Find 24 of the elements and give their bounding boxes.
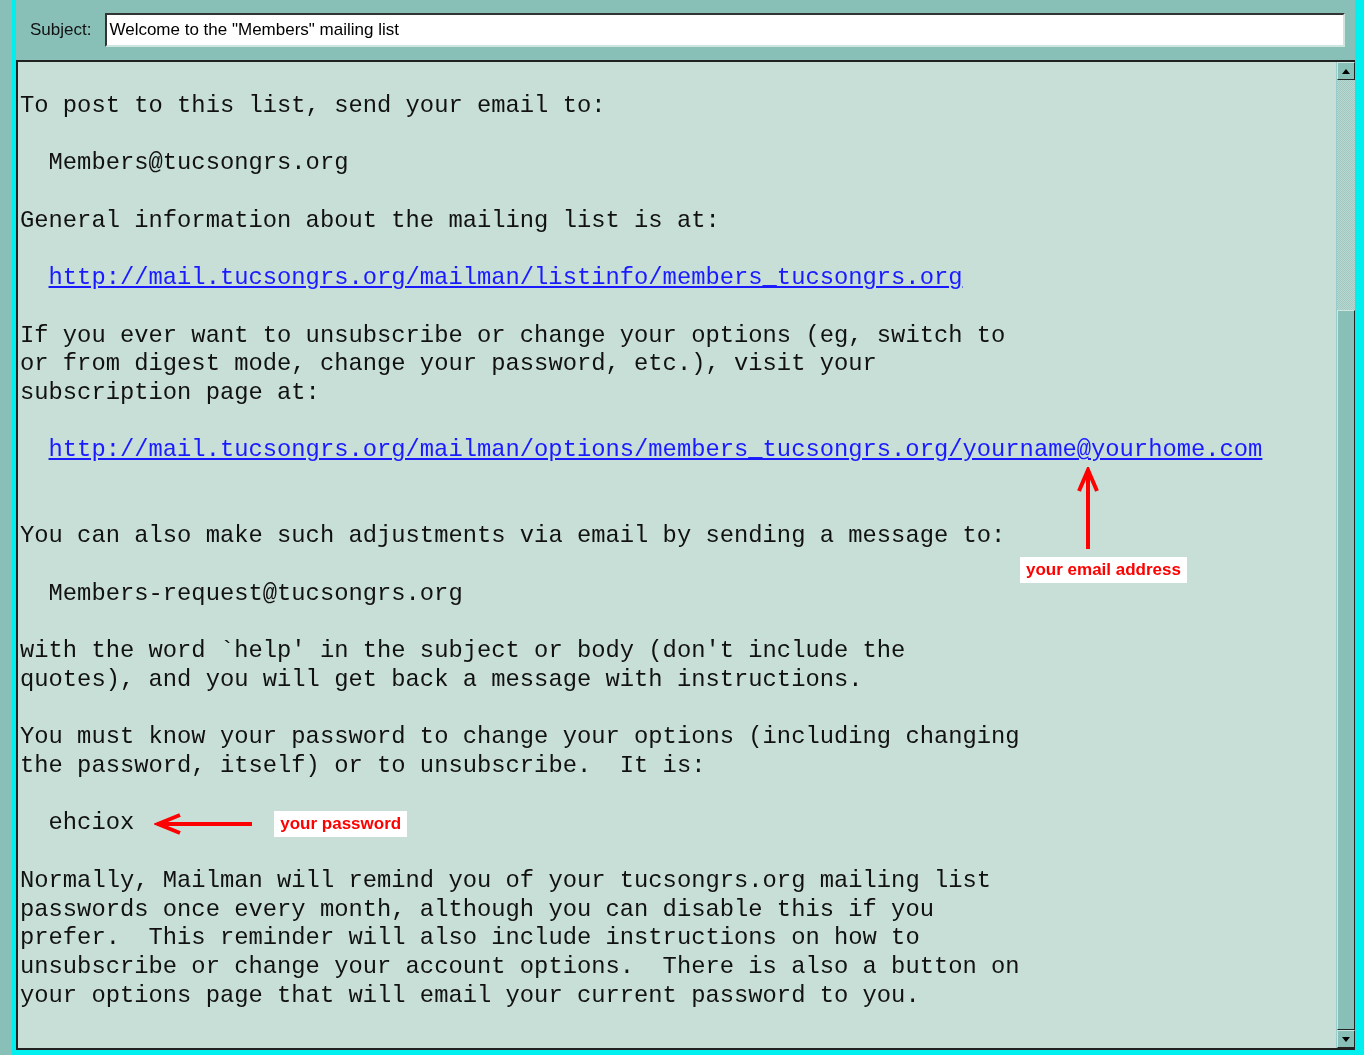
message-text: General information about the mailing list is at:	[20, 206, 720, 236]
message-text: subscription page at:	[20, 378, 320, 408]
message-text: unsubscribe or change your account options. There is also a button on	[20, 952, 1020, 982]
message-text: If you ever want to unsubscribe or change your options (eg, switch to	[20, 321, 1006, 351]
message-text: To post to this list, send your email to:	[20, 92, 606, 121]
message-text: prefer. This reminder will also include instructions on how to	[20, 924, 920, 953]
message-text: You can also make such adjustments via email by sending a message to:	[20, 522, 1006, 552]
message-text: Members-request@tucsongrs.org	[47, 579, 463, 609]
link[interactable]: http://mail.tucsongrs.org/mailman/listinfo/members_tucsongrs.org	[20, 264, 963, 293]
message-text: quotes), and you will get back a message with instructions.	[20, 665, 863, 695]
subject-label: Subject:	[30, 20, 92, 40]
message-text: your options page that will email your current password to you.	[20, 981, 920, 1011]
message-text: Members@tucsongrs.org	[47, 149, 349, 179]
annotation-label: your password	[274, 810, 408, 837]
message-text: the password, itself) or to unsubscribe. It is:	[20, 752, 706, 781]
annotation-label: your email address	[1020, 557, 1187, 584]
message-text: Normally, Mailman will remind you of your tucsongrs.org mailing list	[20, 866, 992, 896]
subject-field[interactable]: Welcome to the "Members" mailing list	[105, 13, 1345, 47]
message-text: or from digest mode, change your password, etc.), visit your	[20, 350, 877, 379]
message-text: You must know your password to change your options (including changing	[20, 723, 1020, 752]
message-text: passwords once every month, although you can disable this if you	[20, 895, 934, 925]
message-text: with the word `help' in the subject or body (don't include the	[20, 637, 906, 666]
message-text: ehciox	[47, 809, 135, 839]
link[interactable]: http://mail.tucsongrs.org/mailman/options/members_tucsongrs.org/yourname@yourhome.com	[20, 436, 1263, 466]
